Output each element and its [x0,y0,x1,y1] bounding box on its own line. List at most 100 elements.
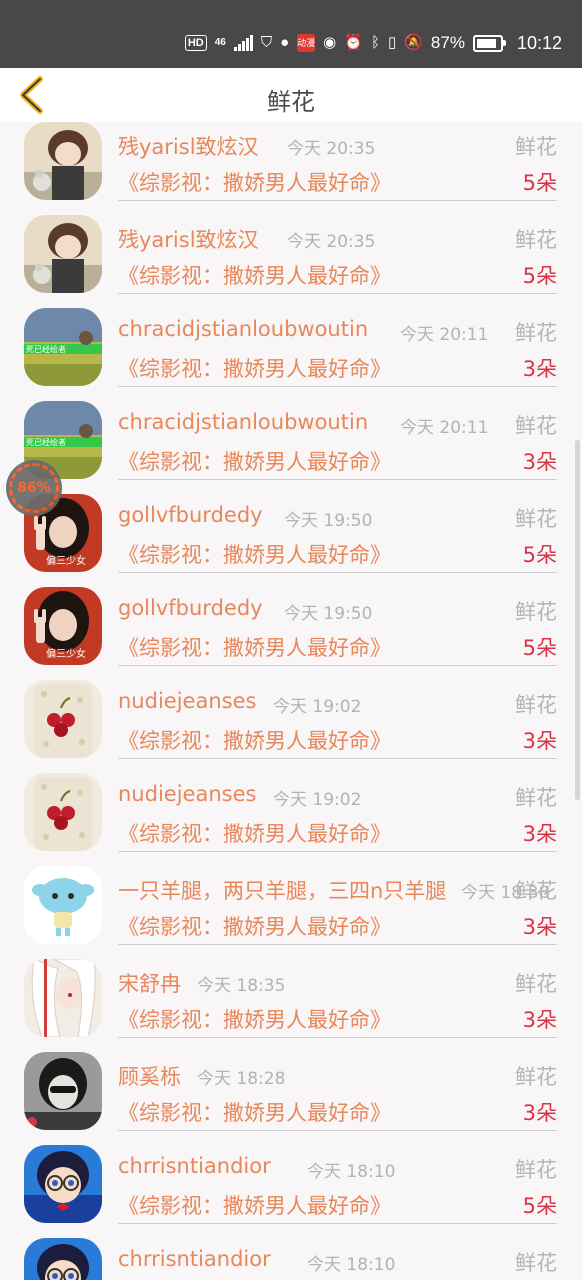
signal-icon [233,35,253,51]
flower-count: 5朵 [522,1194,557,1218]
cherry-phone-avatar[interactable] [24,773,102,851]
gift-time: 今天 20:35 [287,139,376,159]
white-hair-avatar[interactable] [24,959,102,1037]
sender-name: chracidjstianloubwoutin [118,410,369,434]
flower-gift-list[interactable]: 残yarisl致炫汉 今天 20:35 鲜花 《综影视：撒娇男人最好命》 5朵 残yari… [0,122,582,1280]
sender-name: gollvfburdedy [118,596,263,620]
battery-level [476,38,496,48]
scrollbar[interactable] [575,440,580,800]
eye-icon: ◉ [323,34,337,51]
list-item[interactable]: 顾奚栎 今天 18:28 鲜花 《综影视：撒娇男人最好命》 3朵 [0,1052,582,1145]
sender-name: chrrisntiandior [118,1154,271,1178]
list-item[interactable]: 残yarisl致炫汉 今天 20:35 鲜花 《综影视：撒娇男人最好命》 5朵 [0,215,582,308]
conan-avatar[interactable] [24,1145,102,1223]
gift-time: 今天 18:10 [307,1162,396,1182]
row-divider [118,572,557,573]
book-title: 《综影视：撒娇男人最好命》 [118,1101,391,1125]
sender-name: 一只羊腿，两只羊腿，三四n只羊腿 [118,879,447,903]
status-icons: HD 46 ⛉ ● 动漫 ◉ ⏰ ᛒ ▯ 🔕 87% 10:12 [184,30,562,56]
gift-type-label: 鲜花 [515,972,557,996]
list-item[interactable]: 偏三少女 gollvfburdedy 今天 19:50 鲜花 《综影视：撒娇男人最好命》… [0,587,582,680]
list-item[interactable]: nudiejeanses 今天 19:02 鲜花 《综影视：撒娇男人最好命》 3朵 [0,680,582,773]
anime-boy-avatar[interactable] [24,215,102,293]
gift-time: 今天 18:28 [197,1069,286,1089]
gift-type-label: 鲜花 [515,321,557,345]
list-item[interactable]: 一只羊腿，两只羊腿，三四n只羊腿 今天 18:38 鲜花 《综影视：撒娇男人最好命》 3… [0,866,582,959]
alarm-icon: ⏰ [344,34,363,51]
gift-type-label: 鲜花 [515,135,557,159]
list-item[interactable]: 偏三少女 gollvfburdedy 今天 19:50 鲜花 《综影视：撒娇男人最好命》… [0,494,582,587]
gift-time: 今天 19:02 [273,697,362,717]
sender-name: nudiejeanses [118,689,257,713]
girl-peace-avatar[interactable]: 偏三少女 [24,587,102,665]
list-item[interactable]: 死已经绘者 chracidjstianloubwoutin 今天 20:11 鲜花 《综… [0,401,582,494]
flower-count: 5朵 [522,636,557,660]
row-divider [118,293,557,294]
gift-type-label: 鲜花 [515,600,557,624]
gift-type-label: 鲜花 [515,1158,557,1182]
blue-creature-avatar[interactable] [24,866,102,944]
list-item[interactable]: chrrisntiandior 今天 18:10 鲜花《综影视：撒娇男人最好命》 5朵 [0,1145,582,1238]
gift-time: 今天 19:50 [284,604,373,624]
shield-icon: ⛉ [260,34,273,51]
flower-count: 5朵 [522,543,557,567]
book-title: 《综影视：撒娇男人最好命》 [118,264,391,288]
sender-name: 顾奚栎 [118,1065,181,1089]
svg-text:死已经绘者: 死已经绘者 [26,344,66,354]
book-title: 《综影视：撒娇男人最好命》 [118,171,391,195]
battery-icon [472,34,506,52]
book-title: 《综影视：撒娇男人最好命》 [118,543,391,567]
gift-type-label: 鲜花 [515,1251,557,1275]
list-item[interactable]: 死已经绘者 chracidjstianloubwoutin 今天 20:11 鲜花 《综… [0,308,582,401]
list-item[interactable]: nudiejeanses 今天 19:02 鲜花 《综影视：撒娇男人最好命》 3朵 [0,773,582,866]
gift-time: 今天 18:35 [197,976,286,996]
flower-count: 3朵 [522,357,557,381]
flower-count: 5朵 [522,264,557,288]
vibrate-icon: ▯ [387,34,397,51]
anime-boy-avatar[interactable] [24,122,102,200]
hd-badge: HD [184,35,207,51]
row-divider [118,758,557,759]
girl-bw-avatar[interactable] [24,1052,102,1130]
flower-count: 3朵 [522,822,557,846]
gift-time: 今天 20:11 [400,325,489,345]
cherry-phone-avatar[interactable] [24,680,102,758]
floating-progress-widget[interactable]: 86% [6,460,62,516]
gift-time: 今天 19:50 [284,511,373,531]
gift-type-label: 鲜花 [515,507,557,531]
sender-name: 残yarisl致炫汉 [118,135,259,159]
gift-time: 今天 19:02 [273,790,362,810]
sender-name: chrrisntiandior [118,1247,271,1271]
gift-type-label: 鲜花 [515,414,557,438]
svg-text:偏三少女: 偏三少女 [46,647,86,660]
svg-text:偏三少女: 偏三少女 [46,554,86,567]
list-item[interactable]: 残yarisl致炫汉 今天 20:35 鲜花 《综影视：撒娇男人最好命》 5朵 [0,122,582,215]
book-title: 《综影视：撒娇男人最好命》 [118,357,391,381]
qq-penguin-icon: ● [280,34,290,51]
list-item[interactable]: 宋舒冉 今天 18:35 鲜花 《综影视：撒娇男人最好命》 3朵 [0,959,582,1052]
field-avatar[interactable]: 死已经绘者 [24,308,102,386]
conan-avatar[interactable] [24,1238,102,1280]
flower-count: 3朵 [522,450,557,474]
flower-count: 3朵 [522,915,557,939]
flower-count: 3朵 [522,1101,557,1125]
battery-percent: 87% [430,33,465,52]
flower-count: 3朵 [522,1008,557,1032]
row-divider [118,851,557,852]
app-header: 鲜花 [0,68,582,122]
gift-time: 今天 18:10 [307,1255,396,1275]
row-divider [118,386,557,387]
sender-name: 残yarisl致炫汉 [118,228,259,252]
row-divider [118,1037,557,1038]
row-divider [118,944,557,945]
page-title: 鲜花 [267,88,315,116]
book-title: 《综影视：撒娇男人最好命》 [118,1194,391,1218]
gift-time: 今天 20:11 [400,418,489,438]
mute-bell-icon: 🔕 [404,34,423,51]
gift-type-label: 鲜花 [515,693,557,717]
network-type: 46 [214,37,226,48]
gift-type-label: 鲜花 [515,228,557,252]
flower-count: 3朵 [522,729,557,753]
svg-text:死已经绘者: 死已经绘者 [26,437,66,447]
list-item[interactable]: chrrisntiandior 今天 18:10 鲜花 [0,1238,582,1280]
